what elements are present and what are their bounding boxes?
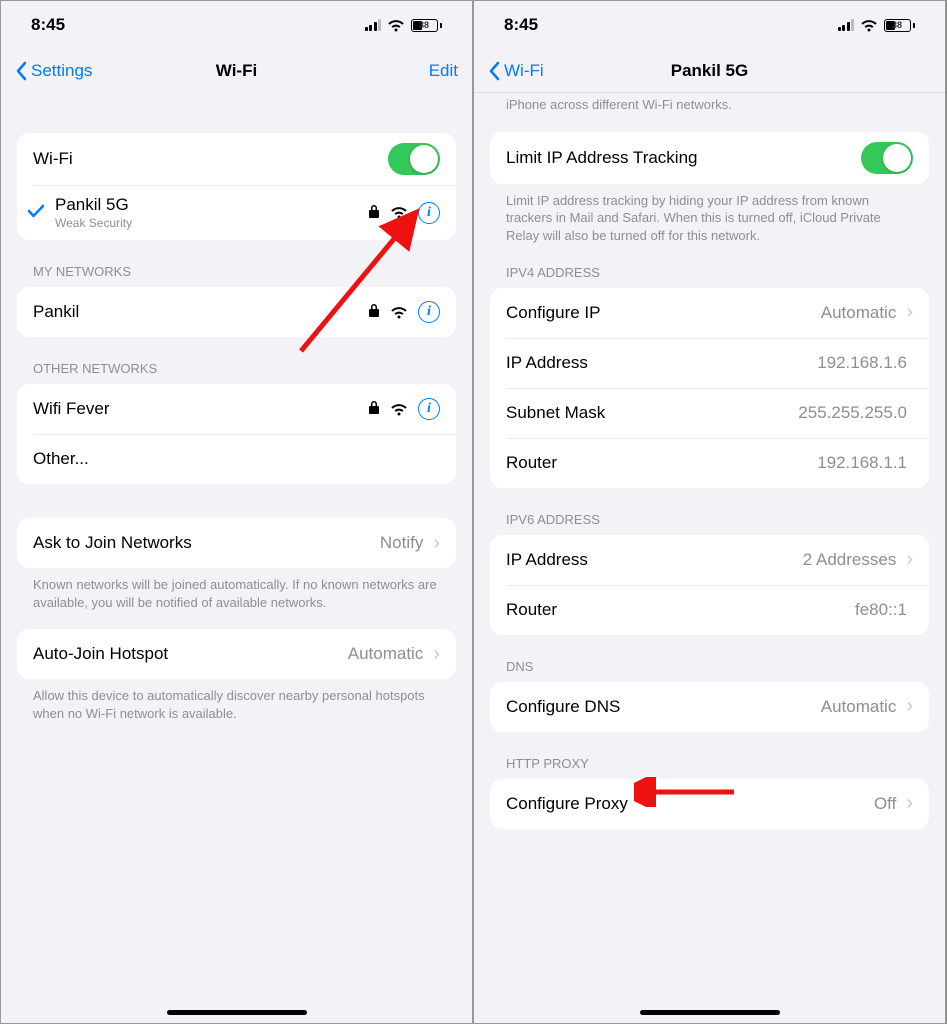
other-network-row[interactable]: Other... xyxy=(17,434,456,484)
cellular-icon xyxy=(365,19,382,31)
dns-header: DNS xyxy=(474,635,945,682)
configure-ip-label: Configure IP xyxy=(506,303,821,323)
ipv6-address-label: IP Address xyxy=(506,550,803,570)
chevron-right-icon: › xyxy=(433,532,440,555)
router-label: Router xyxy=(506,453,817,473)
configure-dns-label: Configure DNS xyxy=(506,697,821,717)
info-icon[interactable]: i xyxy=(418,301,440,323)
connected-note: Weak Security xyxy=(55,216,368,230)
ask-to-join-row[interactable]: Ask to Join Networks Notify › xyxy=(17,518,456,568)
cellular-icon xyxy=(838,19,855,31)
ipv6-address-value: 2 Addresses xyxy=(803,550,897,570)
ask-to-join-value: Notify xyxy=(380,533,423,553)
configure-proxy-value: Off xyxy=(874,794,896,814)
wifi-label: Wi-Fi xyxy=(33,149,388,169)
configure-proxy-label: Configure Proxy xyxy=(506,794,874,814)
auto-join-hotspot-row[interactable]: Auto-Join Hotspot Automatic › xyxy=(17,629,456,679)
wifi-toggle-row[interactable]: Wi-Fi xyxy=(17,133,456,185)
limit-ip-toggle[interactable] xyxy=(861,142,913,174)
ipv6-address-row[interactable]: IP Address 2 Addresses › xyxy=(490,535,929,585)
router-value: 192.168.1.1 xyxy=(817,453,907,473)
router-row: Router 192.168.1.1 xyxy=(490,438,929,488)
other-label: Other... xyxy=(33,449,440,469)
nav-bar: Wi-Fi Pankil 5G xyxy=(474,49,945,93)
status-time: 8:45 xyxy=(31,15,65,35)
status-bar: 8:45 38 xyxy=(1,1,472,49)
ask-to-join-footer: Known networks will be joined automatica… xyxy=(1,568,472,615)
auto-join-label: Auto-Join Hotspot xyxy=(33,644,348,664)
ipv6-header: IPV6 ADDRESS xyxy=(474,488,945,535)
configure-ip-row[interactable]: Configure IP Automatic › xyxy=(490,288,929,338)
my-networks-header: MY NETWORKS xyxy=(1,240,472,287)
network-row[interactable]: Wifi Fever i xyxy=(17,384,456,434)
page-title: Pankil 5G xyxy=(474,61,945,81)
chevron-right-icon: › xyxy=(906,695,913,718)
configure-dns-row[interactable]: Configure DNS Automatic › xyxy=(490,682,929,732)
wifi-icon xyxy=(860,19,878,32)
subnet-row: Subnet Mask 255.255.255.0 xyxy=(490,388,929,438)
edit-button[interactable]: Edit xyxy=(429,61,458,81)
subnet-value: 255.255.255.0 xyxy=(798,403,907,423)
back-label: Wi-Fi xyxy=(504,61,544,81)
chevron-right-icon: › xyxy=(433,643,440,666)
wifi-signal-icon xyxy=(390,206,408,219)
ip-address-value: 192.168.1.6 xyxy=(817,353,907,373)
back-button[interactable]: Wi-Fi xyxy=(488,61,544,81)
check-icon xyxy=(27,203,49,223)
limit-ip-label: Limit IP Address Tracking xyxy=(506,148,861,168)
chevron-left-icon xyxy=(15,61,27,81)
ipv6-router-label: Router xyxy=(506,600,855,620)
ipv6-router-row: Router fe80::1 xyxy=(490,585,929,635)
wifi-signal-icon xyxy=(390,403,408,416)
truncated-footer: iPhone across different Wi-Fi networks. xyxy=(474,93,945,122)
ipv6-router-value: fe80::1 xyxy=(855,600,907,620)
home-indicator xyxy=(167,1010,307,1015)
network-row[interactable]: Pankil i xyxy=(17,287,456,337)
nav-bar: Settings Wi-Fi Edit xyxy=(1,49,472,93)
ipv4-header: IPV4 ADDRESS xyxy=(474,249,945,288)
limit-ip-footer: Limit IP address tracking by hiding your… xyxy=(474,184,945,249)
connected-name: Pankil 5G xyxy=(55,195,368,215)
info-icon[interactable]: i xyxy=(418,398,440,420)
chevron-right-icon: › xyxy=(906,792,913,815)
configure-proxy-row[interactable]: Configure Proxy Off › xyxy=(490,779,929,829)
ip-address-label: IP Address xyxy=(506,353,817,373)
back-button[interactable]: Settings xyxy=(15,61,92,81)
chevron-right-icon: › xyxy=(906,548,913,571)
proxy-header: HTTP PROXY xyxy=(474,732,945,779)
auto-join-footer: Allow this device to automatically disco… xyxy=(1,679,472,726)
battery-icon: 38 xyxy=(884,19,915,32)
lock-icon xyxy=(368,303,380,321)
chevron-left-icon xyxy=(488,61,500,81)
lock-icon xyxy=(368,400,380,418)
status-bar: 8:45 38 xyxy=(474,1,945,49)
ask-to-join-label: Ask to Join Networks xyxy=(33,533,380,553)
wifi-signal-icon xyxy=(390,306,408,319)
network-name: Pankil xyxy=(33,302,368,322)
chevron-right-icon: › xyxy=(906,301,913,324)
auto-join-value: Automatic xyxy=(348,644,424,664)
wifi-toggle[interactable] xyxy=(388,143,440,175)
connected-network-row[interactable]: Pankil 5G Weak Security i xyxy=(17,185,456,240)
battery-icon: 38 xyxy=(411,19,442,32)
wifi-icon xyxy=(387,19,405,32)
subnet-label: Subnet Mask xyxy=(506,403,798,423)
status-time: 8:45 xyxy=(504,15,538,35)
other-networks-header: OTHER NETWORKS xyxy=(1,337,472,384)
configure-dns-value: Automatic xyxy=(821,697,897,717)
configure-ip-value: Automatic xyxy=(821,303,897,323)
ip-address-row: IP Address 192.168.1.6 xyxy=(490,338,929,388)
info-icon[interactable]: i xyxy=(418,202,440,224)
lock-icon xyxy=(368,204,380,222)
network-name: Wifi Fever xyxy=(33,399,368,419)
home-indicator xyxy=(640,1010,780,1015)
limit-ip-row[interactable]: Limit IP Address Tracking xyxy=(490,132,929,184)
back-label: Settings xyxy=(31,61,92,81)
